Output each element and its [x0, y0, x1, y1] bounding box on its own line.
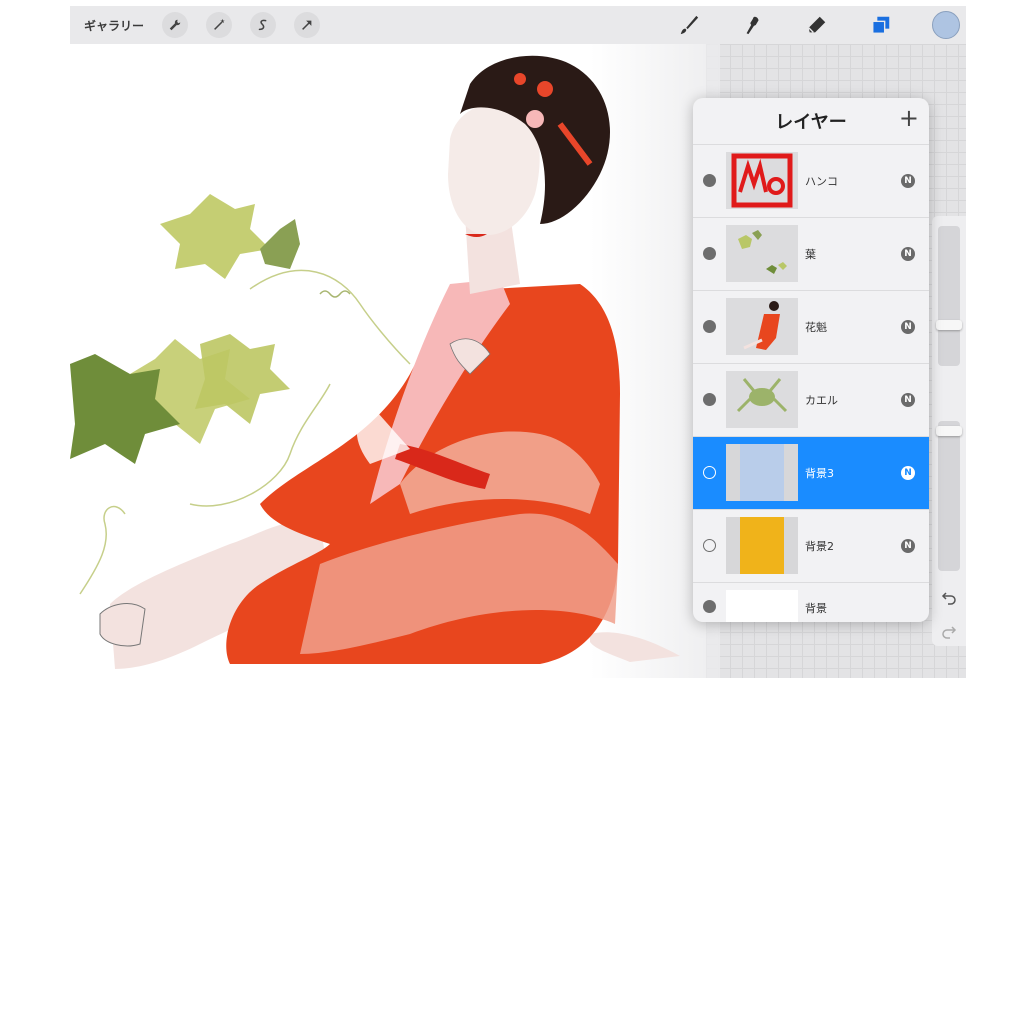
redo-icon[interactable]: [938, 620, 960, 642]
layer-name: 背景3: [805, 467, 834, 480]
layer-name: 花魁: [805, 321, 827, 334]
layers-title: レイヤー: [775, 112, 847, 133]
magic-wand-icon[interactable]: [206, 12, 233, 38]
procreate-app: ギャラリー レイヤー + ハンコ N 葉 N 花魁 N カエル N 背景3 N …: [70, 6, 966, 678]
drawing-canvas[interactable]: レイヤー + ハンコ N 葉 N 花魁 N カエル N 背景3 N 背景2 N …: [70, 44, 966, 678]
visibility-checkbox[interactable]: [703, 320, 716, 333]
brush-size-opacity-slider: [932, 216, 966, 646]
layer-row-bg3[interactable]: 背景3 N: [693, 436, 929, 509]
layer-row-leaves[interactable]: 葉 N: [693, 217, 929, 290]
visibility-checkbox[interactable]: [703, 247, 716, 260]
layer-row-bg[interactable]: 背景: [693, 582, 929, 622]
blend-mode-button[interactable]: N: [901, 466, 915, 480]
visibility-checkbox[interactable]: [703, 539, 716, 552]
oiran-artwork: [70, 55, 680, 669]
selection-icon[interactable]: [250, 12, 277, 38]
layer-thumbnail: [726, 298, 798, 355]
layer-name: 葉: [805, 248, 816, 261]
brush-size-knob[interactable]: [936, 320, 962, 330]
undo-icon[interactable]: [938, 586, 960, 608]
opacity-track[interactable]: [938, 421, 960, 571]
layer-thumbnail: [726, 444, 798, 501]
wrench-icon[interactable]: [162, 12, 189, 38]
layer-row-bg2[interactable]: 背景2 N: [693, 509, 929, 582]
blend-mode-button[interactable]: N: [901, 247, 915, 261]
layers-header: レイヤー +: [693, 98, 929, 144]
color-picker-swatch[interactable]: [932, 11, 960, 39]
visibility-checkbox[interactable]: [703, 393, 716, 406]
layer-name: 背景: [805, 602, 827, 615]
blend-mode-button[interactable]: N: [901, 174, 915, 188]
visibility-checkbox[interactable]: [703, 466, 716, 479]
brush-size-track[interactable]: [938, 226, 960, 366]
layer-thumbnail: [726, 517, 798, 574]
gallery-button[interactable]: ギャラリー: [84, 17, 144, 34]
smudge-icon[interactable]: [740, 12, 766, 38]
layer-name: ハンコ: [805, 175, 838, 188]
visibility-checkbox[interactable]: [703, 600, 716, 613]
top-toolbar: ギャラリー: [70, 6, 966, 44]
layer-thumbnail: [726, 371, 798, 428]
layer-thumbnail: [726, 152, 798, 209]
layer-thumbnail: [726, 225, 798, 282]
blend-mode-button[interactable]: N: [901, 320, 915, 334]
blend-mode-button[interactable]: N: [901, 539, 915, 553]
transform-arrow-icon[interactable]: [294, 12, 321, 38]
blend-mode-button[interactable]: N: [901, 393, 915, 407]
eraser-icon[interactable]: [804, 12, 830, 38]
opacity-knob[interactable]: [936, 426, 962, 436]
layer-row-oiran[interactable]: 花魁 N: [693, 290, 929, 363]
brush-icon[interactable]: [676, 12, 702, 38]
layer-name: カエル: [805, 394, 838, 407]
layer-row-hanko[interactable]: ハンコ N: [693, 144, 929, 217]
layer-row-frog[interactable]: カエル N: [693, 363, 929, 436]
right-tools: [676, 6, 966, 44]
layers-icon[interactable]: [868, 12, 894, 38]
layer-thumbnail: [726, 590, 798, 622]
add-layer-button[interactable]: +: [899, 104, 919, 132]
layers-panel: レイヤー + ハンコ N 葉 N 花魁 N カエル N 背景3 N 背景2 N …: [693, 98, 929, 622]
layer-name: 背景2: [805, 540, 834, 553]
visibility-checkbox[interactable]: [703, 174, 716, 187]
